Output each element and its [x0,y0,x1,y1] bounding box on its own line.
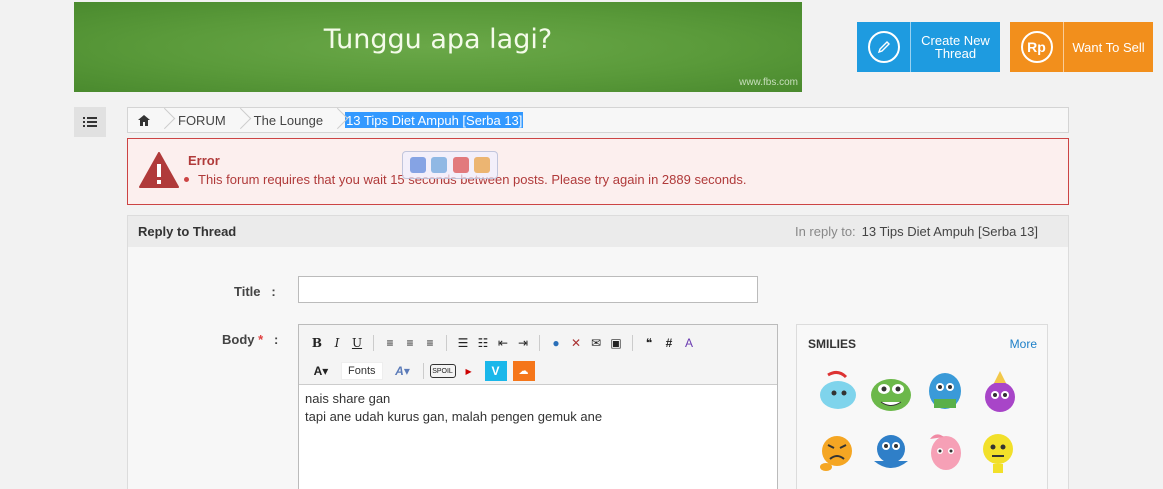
numbered-list-icon[interactable]: ☷ [473,334,493,352]
smilies-title: SMILIES [808,337,857,351]
bold-button[interactable]: B [307,334,327,352]
in-reply-label: In reply to: [794,224,856,239]
breadcrumb-forum[interactable]: FORUM [168,108,236,132]
editor-body[interactable]: nais share gan tapi ane udah kurus gan, … [299,385,777,431]
menu-list-icon[interactable] [74,107,106,137]
link-icon[interactable]: ● [546,334,566,352]
youtube-icon[interactable]: ▶ [456,362,482,380]
reply-title: Reply to Thread [138,224,237,239]
smiley-blue-dolphin-icon[interactable] [814,369,860,415]
underline-button[interactable]: U [347,334,367,352]
error-title: Error [188,153,220,168]
italic-button[interactable]: I [327,334,347,352]
font-size-icon[interactable]: A▾ [389,362,417,380]
align-center-icon[interactable]: ≡ [400,334,420,352]
vimeo-icon[interactable]: V [484,361,507,381]
quote-icon[interactable]: ❝ [639,334,659,352]
body-line-1: nais share gan [305,391,391,406]
body-label: Body * : [222,332,279,347]
fonts-dropdown[interactable]: Fonts [341,362,383,380]
smiley-pink-girl-icon[interactable] [922,429,968,475]
banner-text: Tunggu apa lagi? [323,24,553,55]
smilies-more-link[interactable]: More [1010,337,1037,351]
body-line-2: tapi ane udah kurus gan, malah pengen ge… [305,409,603,424]
warning-icon [139,152,179,193]
hash-icon[interactable]: # [659,334,679,352]
smiley-green-monster-icon[interactable] [868,369,914,415]
indent-icon[interactable]: ⇥ [513,334,533,352]
share-overlay[interactable] [402,151,498,179]
title-label: Title : [234,284,276,299]
align-right-icon[interactable]: ≡ [420,334,440,352]
create-thread-button[interactable]: Create New Thread [857,22,1000,72]
email-icon[interactable]: ✉ [586,334,606,352]
share-icon-4[interactable] [474,157,491,173]
smiley-yellow-thinking-icon[interactable] [976,429,1022,475]
unlink-icon[interactable]: ✕ [566,334,586,352]
breadcrumb-lounge[interactable]: The Lounge [244,108,333,132]
create-thread-label: Create New Thread [921,33,990,61]
pencil-icon [857,22,911,72]
breadcrumb: FORUM The Lounge 13 Tips Diet Ampuh [Ser… [127,107,1069,133]
rupiah-icon: Rp [1010,22,1064,72]
image-icon[interactable]: ▣ [606,334,626,352]
smiley-purple-party-icon[interactable] [976,369,1022,415]
in-reply-value: 13 Tips Diet Ampuh [Serba 13] [861,224,1038,239]
share-icon-1[interactable] [409,157,426,173]
share-icon-3[interactable] [452,157,469,173]
error-box: Error This forum requires that you wait … [127,138,1069,205]
soundcloud-icon[interactable]: ☁ [512,361,535,381]
banner-url: www.fbs.com [739,77,798,88]
smilies-panel: SMILIES More [796,324,1048,489]
smiley-orange-angry-icon[interactable] [814,429,860,475]
title-input[interactable] [298,276,758,303]
font-color-icon[interactable]: A▾ [307,362,335,380]
bullet-list-icon[interactable]: ☰ [453,334,473,352]
share-icon-2[interactable] [431,157,448,173]
align-left-icon[interactable]: ≡ [380,334,400,352]
body-editor[interactable]: B I U ≡ ≡ ≡ ☰ ☷ ⇤ ⇥ ● ✕ ✉ ▣ ❝ # A A▾ Fon… [298,324,778,489]
want-to-sell-label: Want To Sell [1072,39,1145,55]
outdent-icon[interactable]: ⇤ [493,334,513,352]
spoiler-icon[interactable]: SPOIL [429,364,456,378]
smiley-blue-cheer-icon[interactable] [868,429,914,475]
breadcrumb-current: 13 Tips Diet Ampuh [Serba 13] [345,112,524,128]
ad-banner[interactable]: Tunggu apa lagi? www.fbs.com [74,2,802,92]
remove-format-icon[interactable]: A [679,334,699,352]
smiley-blue-money-icon[interactable] [922,369,968,415]
want-to-sell-button[interactable]: Rp Want To Sell [1010,22,1153,72]
editor-toolbar: B I U ≡ ≡ ≡ ☰ ☷ ⇤ ⇥ ● ✕ ✉ ▣ ❝ # A A▾ Fon… [299,325,777,385]
